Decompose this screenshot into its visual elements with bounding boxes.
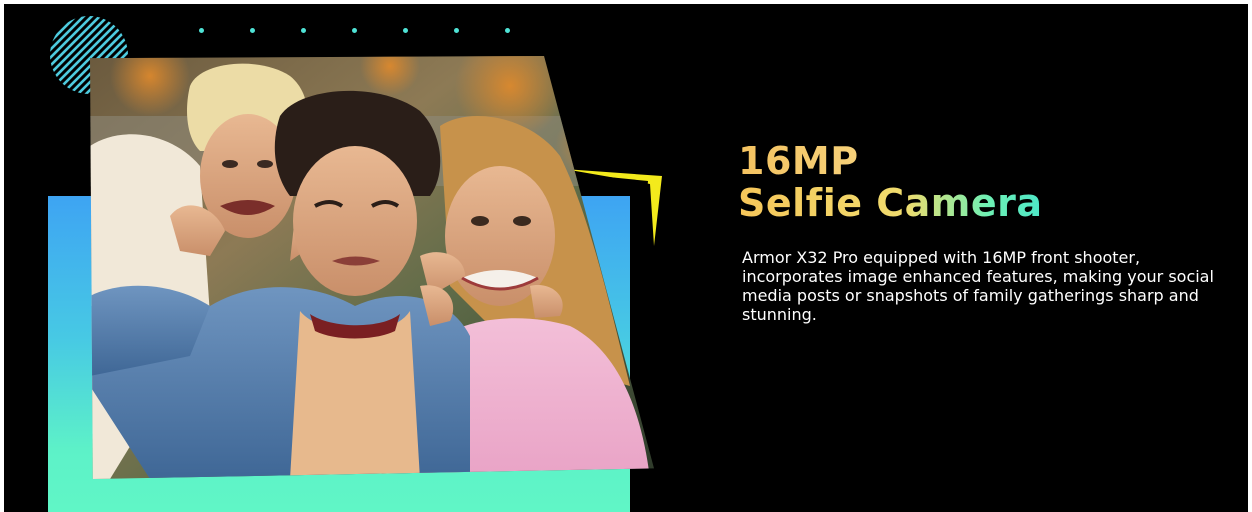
dot-decoration	[505, 28, 510, 33]
dot-decoration	[403, 28, 408, 33]
dot-decoration	[199, 28, 204, 33]
dot-decoration	[250, 28, 255, 33]
dot-decoration	[352, 28, 357, 33]
dot-decoration	[454, 28, 459, 33]
dot-decoration	[301, 28, 306, 33]
product-feature-banner: 16MP Selfie Camera Armor X32 Pro equippe…	[4, 4, 1248, 512]
headline-line-2: Selfie Camera	[738, 181, 1043, 225]
group-selfie-photo	[90, 56, 654, 479]
feature-description: Armor X32 Pro equipped with 16MP front s…	[742, 248, 1214, 324]
headline-line-1: 16MP	[738, 139, 859, 183]
dot-row-decoration	[199, 28, 529, 38]
headline: 16MP Selfie Camera	[738, 140, 1043, 224]
